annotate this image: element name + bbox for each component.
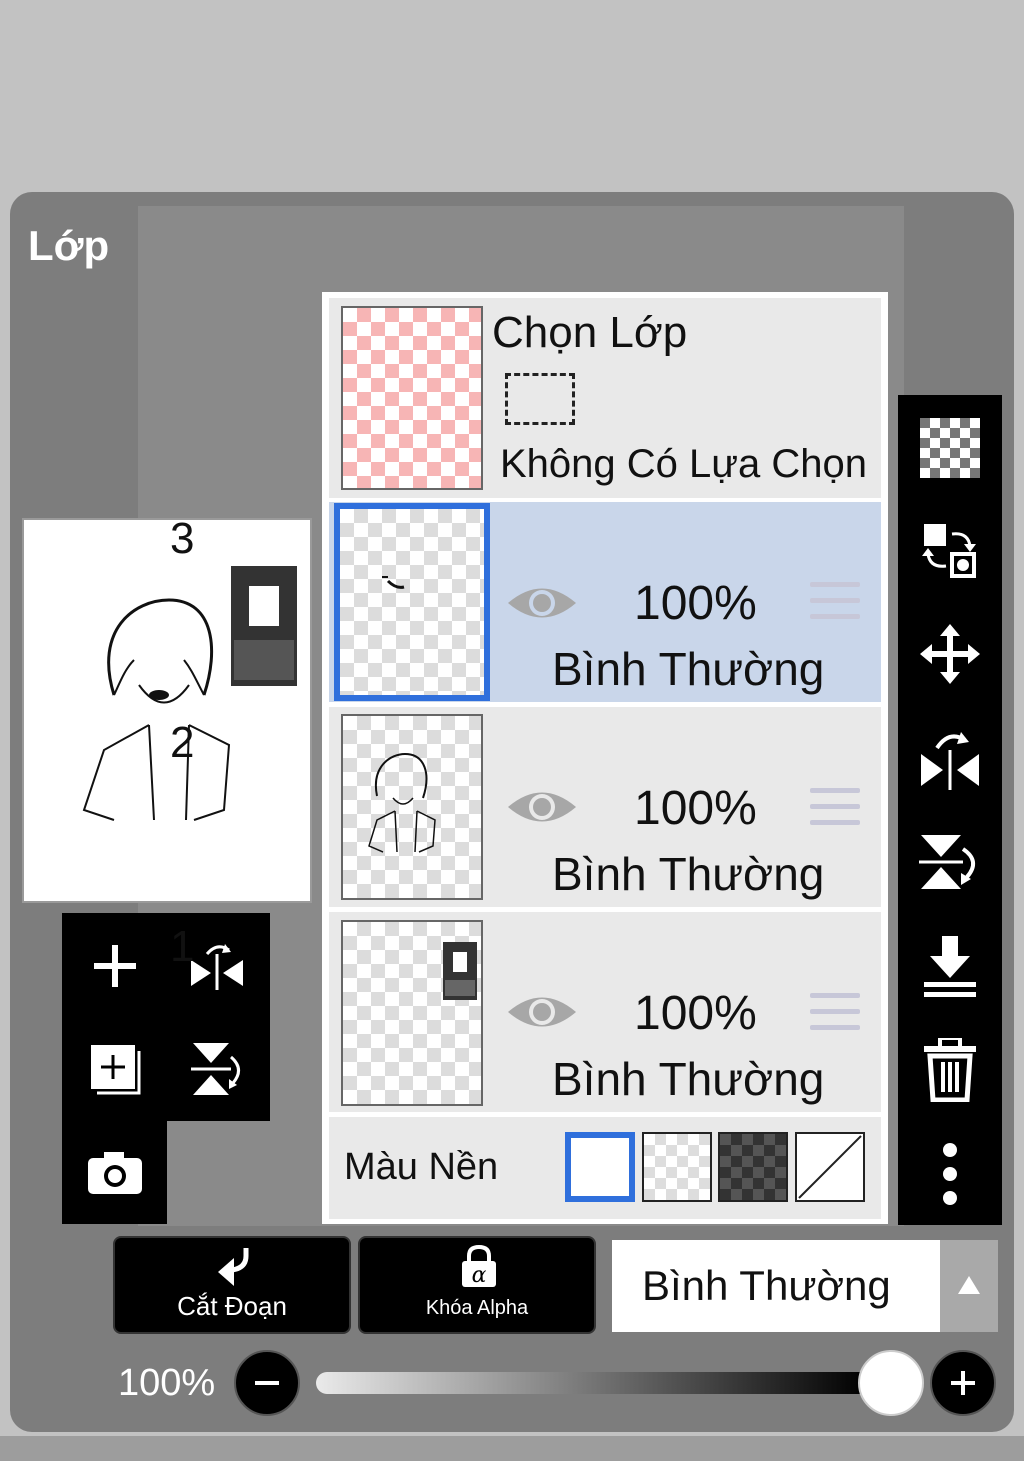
plus-icon <box>951 1371 975 1395</box>
layer-blend-1: Bình Thường <box>552 1053 825 1105</box>
flip-horizontal-rotate-icon <box>921 732 979 790</box>
layer-blend-2: Bình Thường <box>552 848 825 900</box>
layer-opacity-2: 100% <box>634 782 757 835</box>
flip-vertical-icon <box>191 1043 240 1095</box>
layer-1-drawing <box>443 942 477 1000</box>
layer-number-3: 3 <box>170 514 195 563</box>
merge-down-button[interactable] <box>898 916 1002 1016</box>
trash-icon <box>924 1038 976 1102</box>
drag-handle-1[interactable] <box>810 993 860 1037</box>
blend-mode-dropdown-button[interactable] <box>940 1240 998 1332</box>
layer-blend-3: Bình Thường <box>552 643 825 695</box>
layer-2-drawing <box>368 752 436 853</box>
opacity-increase-button[interactable] <box>930 1350 996 1416</box>
camera-button[interactable] <box>70 1128 160 1218</box>
blend-mode-value: Bình Thường <box>642 1262 891 1309</box>
delete-layer-button[interactable] <box>898 1020 1002 1120</box>
flip-vertical-right-button[interactable] <box>898 812 1002 912</box>
merge-down-icon <box>924 936 976 997</box>
add-layer-icon <box>94 945 136 987</box>
layer-thumbnail-1[interactable] <box>341 920 483 1106</box>
blend-mode-select[interactable]: Bình Thường <box>612 1240 940 1332</box>
clipping-label: Cắt Đoạn <box>177 1291 287 1321</box>
app-root: Lớp Chọn Lớp Không Có Lựa Chọn 3 100% Bì… <box>0 0 1024 1461</box>
camera-icon <box>88 1152 142 1194</box>
move-icon <box>920 624 980 684</box>
flip-vertical-rotate-icon <box>919 835 975 889</box>
drag-handle-3[interactable] <box>810 582 860 626</box>
opacity-decrease-button[interactable] <box>234 1350 300 1416</box>
bottom-toolbar-edge <box>0 1436 1024 1461</box>
eye-icon <box>508 588 576 618</box>
visibility-toggle-2[interactable] <box>506 784 578 830</box>
background-light-checker-swatch[interactable] <box>642 1132 712 1202</box>
selection-marquee-icon <box>505 373 575 425</box>
more-options-button[interactable] <box>898 1124 1002 1224</box>
swap-layers-button[interactable] <box>898 500 1002 600</box>
clipping-button[interactable]: Cắt Đoạn <box>113 1236 351 1334</box>
background-label: Màu Nền <box>344 1146 499 1188</box>
chevron-up-icon <box>958 1276 980 1294</box>
add-layer-button[interactable] <box>70 921 160 1011</box>
transparency-button[interactable] <box>898 398 1002 498</box>
background-none-swatch[interactable] <box>795 1132 865 1202</box>
selection-layer-title: Chọn Lớp <box>492 308 688 357</box>
eye-icon <box>508 997 576 1027</box>
layer-thumbnail-3[interactable] <box>334 503 490 701</box>
no-background-icon <box>798 1135 862 1199</box>
lock-icon: α <box>462 1244 496 1288</box>
move-button[interactable] <box>898 604 1002 704</box>
visibility-toggle-3[interactable] <box>506 580 578 626</box>
layer-number-1: 1 <box>170 922 195 971</box>
layer-3-drawing <box>382 576 405 589</box>
layer-number-2: 2 <box>170 718 195 767</box>
selection-layer-thumbnail <box>341 306 483 490</box>
copy-layer-button[interactable] <box>70 1024 160 1114</box>
more-icon <box>943 1143 957 1205</box>
visibility-toggle-1[interactable] <box>506 989 578 1035</box>
transparency-icon <box>920 418 980 478</box>
background-dark-checker-swatch[interactable] <box>718 1132 788 1202</box>
panel-title: Lớp <box>28 222 110 269</box>
selection-status: Không Có Lựa Chọn <box>500 442 868 486</box>
drag-handle-2[interactable] <box>810 788 860 832</box>
swap-layers-icon <box>922 524 976 578</box>
flip-vertical-button[interactable] <box>172 1024 262 1114</box>
minus-icon <box>255 1381 279 1385</box>
opacity-slider-knob[interactable] <box>858 1350 924 1416</box>
clip-arrow-icon <box>218 1248 249 1286</box>
eye-icon <box>508 792 576 822</box>
alpha-lock-button[interactable]: α Khóa Alpha <box>358 1236 596 1334</box>
add-copy-layer-icon <box>91 1045 141 1095</box>
flip-horizontal-right-button[interactable] <box>898 708 1002 808</box>
layer-thumbnail-2[interactable] <box>341 714 483 900</box>
layer-opacity-1: 100% <box>634 987 757 1040</box>
flip-horizontal-icon <box>191 944 243 990</box>
alpha-lock-label: Khóa Alpha <box>425 1297 529 1319</box>
svg-text:α: α <box>472 1263 487 1288</box>
opacity-label: 100% <box>118 1362 216 1404</box>
canvas-preview[interactable] <box>22 518 312 903</box>
opacity-slider[interactable] <box>316 1372 896 1394</box>
sketch-drawing <box>82 566 297 821</box>
background-white-swatch[interactable] <box>565 1132 635 1202</box>
layer-opacity-3: 100% <box>634 577 757 630</box>
